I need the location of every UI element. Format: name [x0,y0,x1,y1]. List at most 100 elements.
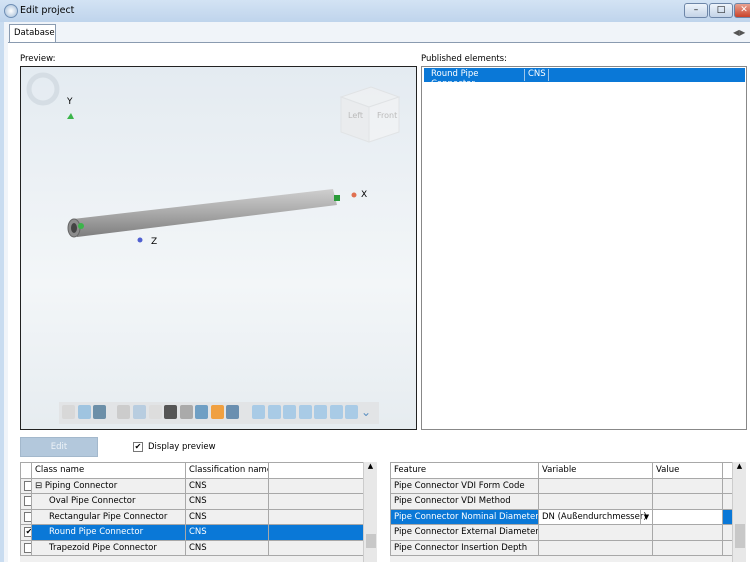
header-value[interactable]: Value [652,462,723,479]
class-table: Class name Classification name ⊟ Piping C… [20,462,377,562]
feature-name: Pipe Connector VDI Method [390,493,539,510]
row-checkbox[interactable] [24,496,31,507]
orbit-icon [26,72,60,106]
scroll-thumb[interactable] [366,534,376,548]
classification-name: CNS [185,477,269,494]
shaded-edges-icon[interactable] [93,405,106,419]
table-row[interactable]: Oval Pipe Connector CNS [20,493,364,510]
dropdown-arrow-icon[interactable]: ▼ [640,509,652,524]
class-table-scrollbar[interactable]: ▲ [363,462,377,562]
feature-name: Pipe Connector Nominal Diameter [390,508,539,525]
header-classification-name[interactable]: Classification name [185,462,269,479]
x-axis-marker [351,192,357,198]
tab-scroll: ◀▶ [733,28,745,37]
feature-table: Feature Variable Value Pipe Connector VDI … [390,462,746,562]
edit-button[interactable]: Edit [20,437,98,457]
variable-value: DN (Außendurchmesser) [542,511,647,522]
table-row[interactable]: Pipe Connector External Diameter [390,524,734,541]
classification-name: CNS [185,493,269,510]
feature-name: Pipe Connector Insertion Depth [390,539,539,556]
row-checkbox-checked[interactable]: ✔ [24,527,31,538]
connection-point-end [334,195,340,201]
connection-point-start [78,223,84,229]
zoom-window-icon[interactable] [133,405,146,419]
view-iso-2-icon[interactable] [268,405,281,419]
header-feature[interactable]: Feature [390,462,539,479]
view-iso-5-icon[interactable] [314,405,327,419]
published-row-name: Round Pipe Connector [428,69,525,89]
row-checkbox[interactable] [24,480,31,491]
view-iso-1-icon[interactable] [252,405,265,419]
feature-name: Pipe Connector External Diameter [390,524,539,541]
row-checkbox[interactable] [24,542,31,553]
measure-icon[interactable] [164,405,177,419]
variable-dropdown[interactable]: DN (Außendurchmesser) ▼ [538,508,653,525]
classification-name: CNS [185,524,269,541]
shaded-icon[interactable] [78,405,91,419]
rotate-icon[interactable] [149,405,162,419]
section-icon[interactable] [195,405,208,419]
scroll-up-icon[interactable]: ▲ [364,462,377,470]
table-row-selected[interactable]: Pipe Connector Nominal Diameter DN (Außen… [390,508,734,525]
sphere-icon[interactable] [180,405,193,419]
published-elements-list: Round Pipe Connector CNS [421,66,747,430]
published-row[interactable]: Round Pipe Connector CNS [424,68,745,89]
classification-name: CNS [185,539,269,556]
display-preview-label: Display preview [148,442,216,452]
header-class-name[interactable]: Class name [31,462,186,479]
table-row[interactable]: Pipe Connector VDI Method [390,493,734,510]
feature-name: Pipe Connector VDI Form Code [390,477,539,494]
zoom-icon[interactable] [117,405,130,419]
tab-scroll-right[interactable]: ▶ [739,28,745,37]
preview-scene [26,72,401,243]
view-iso-4-icon[interactable] [299,405,312,419]
title-bar: Edit project – □ ✕ [0,0,750,22]
app-icon [4,4,18,18]
view-iso-3-icon[interactable] [283,405,296,419]
pipe-body [73,189,337,237]
table-row[interactable]: ⊟ Piping Connector CNS [20,477,364,494]
class-name: Oval Pipe Connector [31,493,186,510]
published-row-classification: CNS [525,69,549,81]
tab-database[interactable]: Database [9,24,56,42]
view-iso-6-icon[interactable] [330,405,343,419]
class-name: Piping Connector [44,480,118,491]
header-blank [268,462,364,479]
published-label: Published elements: [421,54,507,64]
window-title: Edit project [20,5,75,16]
class-name: Round Pipe Connector [31,524,186,541]
view-iso-7-icon[interactable] [345,405,358,419]
maximize-button[interactable]: □ [709,3,733,18]
table-row[interactable]: Trapezoid Pipe Connector CNS [20,539,364,556]
table-row[interactable]: Pipe Connector VDI Form Code [390,477,734,494]
display-preview-checkbox[interactable]: ✔ [133,442,143,452]
y-axis-marker [67,113,74,119]
x-axis-label: X [361,190,368,200]
z-axis-marker [137,237,143,243]
class-name: Trapezoid Pipe Connector [31,539,186,556]
scroll-up-icon[interactable]: ▲ [733,462,746,470]
class-name: Rectangular Pipe Connector [31,508,186,525]
tree-expander-icon[interactable]: ⊟ [35,481,42,491]
y-axis-label: Y [67,97,73,107]
table-row[interactable]: Pipe Connector Insertion Depth [390,539,734,556]
table-row-selected[interactable]: ✔Round Pipe ConnectorCNS [20,524,364,541]
value-input[interactable] [652,508,723,525]
minimize-button[interactable]: – [684,3,708,18]
row-checkbox[interactable] [24,511,31,522]
cube-icon[interactable] [226,405,239,419]
preview-3d-viewport[interactable]: Y X Z Left Front [20,66,417,430]
color-icon[interactable] [211,405,224,419]
table-row[interactable]: Rectangular Pipe Connector CNS [20,508,364,525]
more-chevron-icon[interactable]: ⌄ [361,405,374,419]
close-button[interactable]: ✕ [734,3,750,18]
scroll-thumb[interactable] [735,524,745,548]
classification-name: CNS [185,508,269,525]
view-cube-front[interactable]: Front [377,111,397,120]
wireframe-icon[interactable] [62,405,75,419]
z-axis-label: Z [151,237,158,247]
preview-label: Preview: [20,54,56,64]
feature-table-scrollbar[interactable]: ▲ [732,462,746,562]
view-cube-left[interactable]: Left [348,111,363,120]
header-variable[interactable]: Variable [538,462,653,479]
